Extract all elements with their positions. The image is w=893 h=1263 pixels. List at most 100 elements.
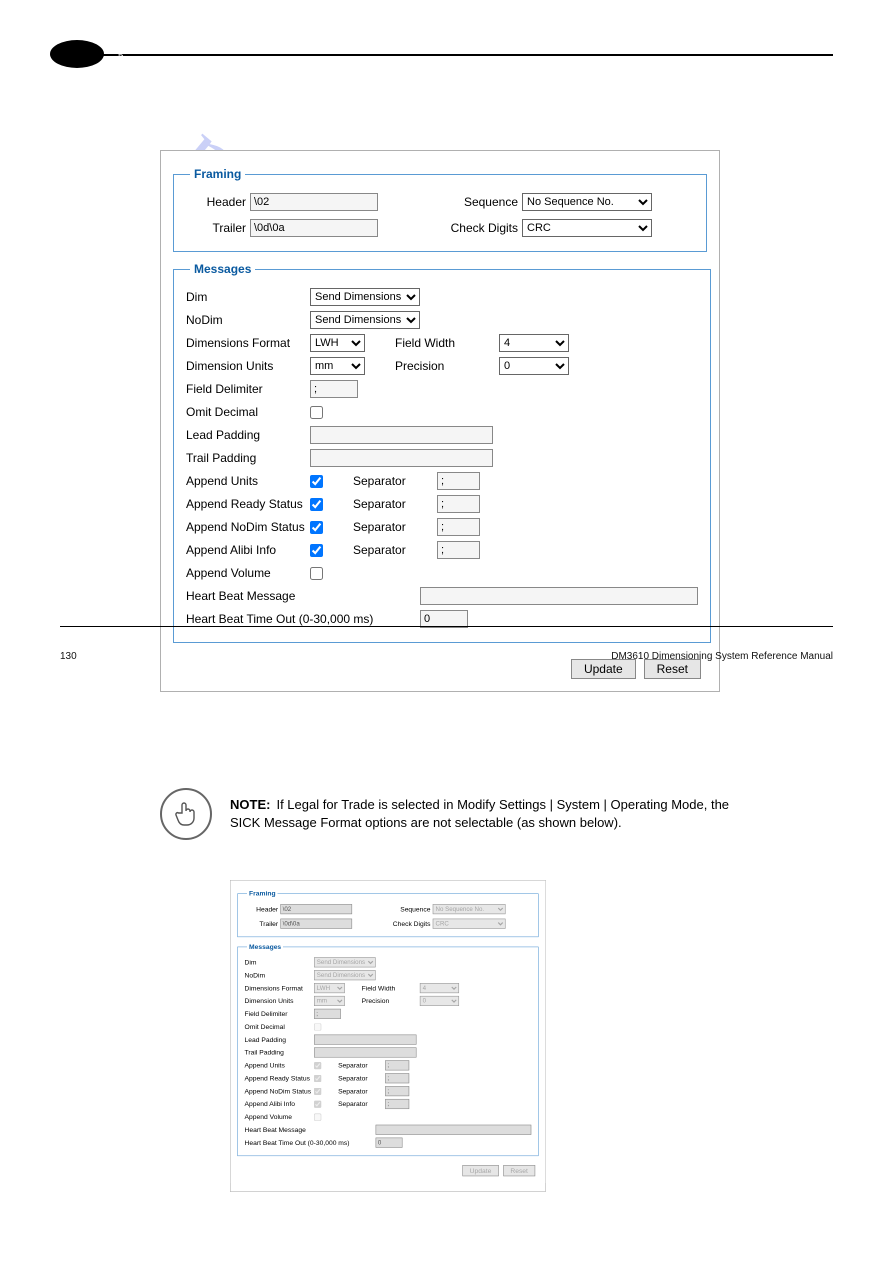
append-ready-checkbox[interactable] xyxy=(310,498,323,511)
dim-select-thumb: Send Dimensions xyxy=(314,957,376,967)
messages-group: Messages Dim Send Dimensions NoDim Send … xyxy=(173,262,711,643)
check-digits-select[interactable]: CRC xyxy=(522,219,652,237)
append-nodim-checkbox[interactable] xyxy=(310,521,323,534)
precision-select-thumb: 0 xyxy=(420,996,459,1006)
lead-padding-input-thumb xyxy=(314,1035,416,1045)
trail-padding-label-thumb: Trail Padding xyxy=(245,1049,314,1057)
field-delim-input[interactable] xyxy=(310,380,358,398)
sep2-input-thumb xyxy=(385,1073,409,1083)
lead-padding-label: Lead Padding xyxy=(186,428,310,442)
append-nodim-label-thumb: Append NoDim Status xyxy=(245,1087,314,1095)
header-input-thumb xyxy=(280,904,352,914)
precision-select[interactable]: 0 xyxy=(499,357,569,375)
omit-decimal-label-thumb: Omit Decimal xyxy=(245,1023,314,1031)
footer-page: 130 xyxy=(60,651,77,662)
trail-padding-label: Trail Padding xyxy=(186,451,310,465)
sep3-label-thumb: Separator xyxy=(321,1087,385,1095)
sep1-label-thumb: Separator xyxy=(321,1061,385,1069)
sequence-label: Sequence xyxy=(438,195,522,209)
sep4-label-thumb: Separator xyxy=(321,1100,385,1108)
field-width-select-thumb: 4 xyxy=(420,983,459,993)
footer-rule xyxy=(60,626,833,627)
config-panel-thumb: Framing Header Trailer xyxy=(231,881,546,1183)
dim-format-select-thumb: LWH xyxy=(314,983,345,993)
sep1-input[interactable] xyxy=(437,472,480,490)
trail-padding-input-thumb xyxy=(314,1047,416,1057)
sep2-input[interactable] xyxy=(437,495,480,513)
hbto-label-thumb: Heart Beat Time Out (0-30,000 ms) xyxy=(245,1139,376,1147)
dim-units-label: Dimension Units xyxy=(186,359,310,373)
header-rule xyxy=(60,54,833,56)
dim-label-thumb: Dim xyxy=(245,958,314,966)
omit-decimal-checkbox-thumb xyxy=(314,1023,321,1030)
footer-title: DM3610 Dimensioning System Reference Man… xyxy=(611,651,833,662)
config-panel: Framing Header Trailer xyxy=(160,150,720,692)
dim-format-select[interactable]: LWH xyxy=(310,334,365,352)
trailer-input-thumb xyxy=(280,919,352,929)
append-units-label-thumb: Append Units xyxy=(245,1061,314,1069)
dim-label: Dim xyxy=(186,290,310,304)
sep1-label: Separator xyxy=(323,474,437,488)
dim-units-select-thumb: mm xyxy=(314,996,345,1006)
hbm-label-thumb: Heart Beat Message xyxy=(245,1126,314,1134)
append-ready-checkbox-thumb xyxy=(314,1075,321,1082)
append-units-checkbox[interactable] xyxy=(310,475,323,488)
trail-padding-input[interactable] xyxy=(310,449,493,467)
trailer-label-thumb: Trailer xyxy=(245,920,281,928)
sep3-input[interactable] xyxy=(437,518,480,536)
field-delim-input-thumb xyxy=(314,1009,341,1019)
sequence-select-thumb: No Sequence No. xyxy=(433,904,506,914)
append-units-label: Append Units xyxy=(186,474,310,488)
header-ellipse xyxy=(50,40,104,68)
messages-legend: Messages xyxy=(190,262,255,276)
append-alibi-checkbox-thumb xyxy=(314,1100,321,1107)
nodim-select[interactable]: Send Dimensions xyxy=(310,311,420,329)
append-nodim-label: Append NoDim Status xyxy=(186,520,310,534)
omit-decimal-checkbox[interactable] xyxy=(310,406,323,419)
note-label: NOTE: xyxy=(230,797,270,812)
omit-decimal-label: Omit Decimal xyxy=(186,405,310,419)
messages-legend-thumb: Messages xyxy=(247,943,284,951)
reset-button[interactable]: Reset xyxy=(644,659,701,679)
append-alibi-checkbox[interactable] xyxy=(310,544,323,557)
sep4-input[interactable] xyxy=(437,541,480,559)
sequence-select[interactable]: No Sequence No. xyxy=(522,193,652,211)
hbto-input-thumb xyxy=(376,1138,403,1148)
sep3-input-thumb xyxy=(385,1086,409,1096)
append-ready-label: Append Ready Status xyxy=(186,497,310,511)
dim-units-select[interactable]: mm xyxy=(310,357,365,375)
reset-button-thumb: Reset xyxy=(503,1165,535,1176)
nodim-label-thumb: NoDim xyxy=(245,971,314,979)
hbto-label: Heart Beat Time Out (0-30,000 ms) xyxy=(186,612,420,626)
trailer-input[interactable] xyxy=(250,219,378,237)
dim-format-label-thumb: Dimensions Format xyxy=(245,984,314,992)
dim-select[interactable]: Send Dimensions xyxy=(310,288,420,306)
field-width-label-thumb: Field Width xyxy=(345,984,420,992)
note-text: NOTE:If Legal for Trade is selected in M… xyxy=(230,796,730,832)
messages-group-thumb: Messages DimSend Dimensions NoDimSend Di… xyxy=(237,943,538,1156)
framing-group-thumb: Framing Header Trailer xyxy=(237,890,538,938)
sep2-label-thumb: Separator xyxy=(321,1074,385,1082)
append-volume-checkbox-thumb xyxy=(314,1113,321,1120)
header-label: Header xyxy=(186,195,250,209)
note-body: If Legal for Trade is selected in Modify… xyxy=(230,797,729,830)
field-width-label: Field Width xyxy=(365,336,499,350)
check-digits-select-thumb: CRC xyxy=(433,919,506,929)
note-icon xyxy=(160,788,212,840)
framing-group: Framing Header Trailer xyxy=(173,167,707,252)
field-width-select[interactable]: 4 xyxy=(499,334,569,352)
lead-padding-input[interactable] xyxy=(310,426,493,444)
nodim-label: NoDim xyxy=(186,313,310,327)
framing-legend: Framing xyxy=(190,167,245,181)
sep1-input-thumb xyxy=(385,1060,409,1070)
update-button[interactable]: Update xyxy=(571,659,636,679)
header-input[interactable] xyxy=(250,193,378,211)
append-volume-checkbox[interactable] xyxy=(310,567,323,580)
chapter-number: 5 xyxy=(118,51,124,62)
sep4-input-thumb xyxy=(385,1099,409,1109)
hbm-input-thumb xyxy=(376,1125,532,1135)
hbm-input[interactable] xyxy=(420,587,698,605)
hbm-label: Heart Beat Message xyxy=(186,589,310,603)
sep2-label: Separator xyxy=(323,497,437,511)
lead-padding-label-thumb: Lead Padding xyxy=(245,1036,314,1044)
